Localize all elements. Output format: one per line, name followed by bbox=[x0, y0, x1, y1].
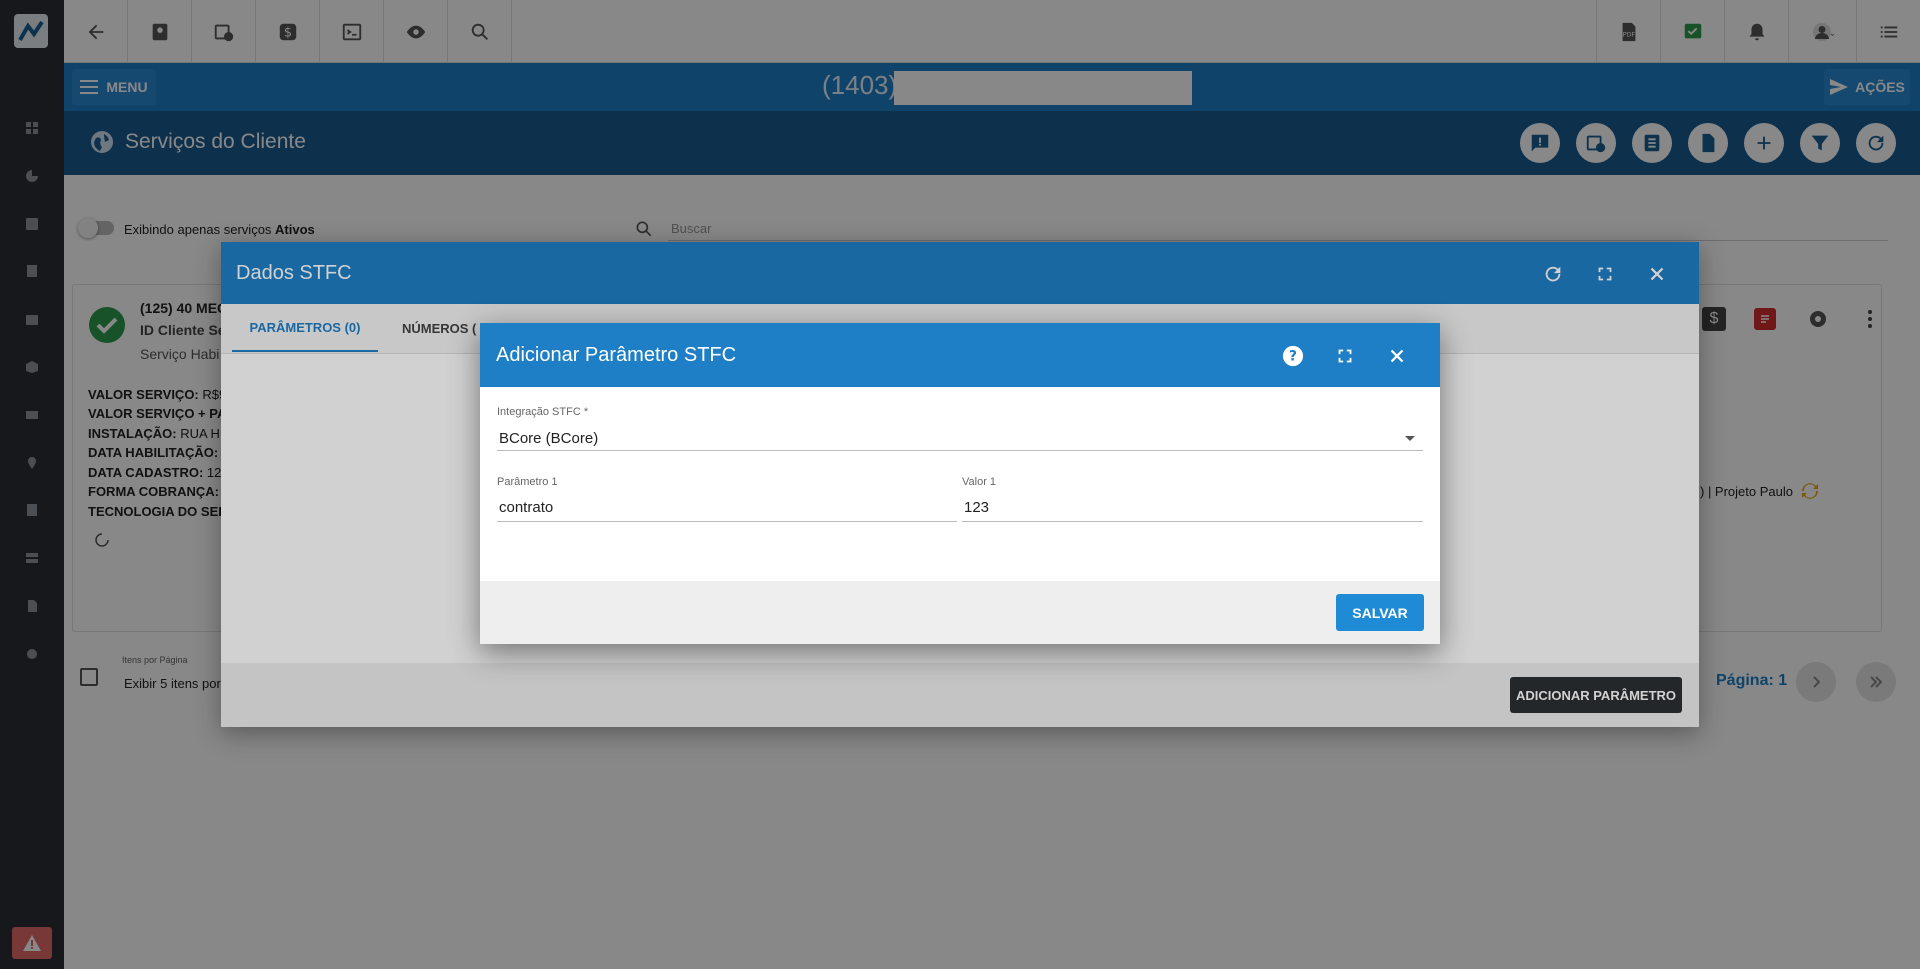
param1-underline bbox=[497, 521, 957, 522]
valor1-underline bbox=[962, 521, 1423, 522]
valor1-label: Valor 1 bbox=[962, 476, 997, 488]
dropdown-arrow-icon[interactable] bbox=[1404, 432, 1416, 444]
integration-label: Integração STFC * bbox=[497, 406, 589, 418]
svg-text:?: ? bbox=[1289, 349, 1297, 365]
fullscreen-icon[interactable] bbox=[1334, 345, 1356, 367]
help-icon[interactable]: ? bbox=[1282, 345, 1304, 367]
integration-select[interactable]: BCore (BCore) bbox=[499, 430, 598, 447]
param1-label: Parâmetro 1 bbox=[497, 476, 558, 488]
modal-footer bbox=[480, 581, 1440, 644]
integration-underline bbox=[497, 450, 1423, 451]
param1-input[interactable]: contrato bbox=[499, 499, 553, 516]
save-button[interactable]: SALVAR bbox=[1336, 594, 1424, 631]
valor1-input[interactable]: 123 bbox=[964, 499, 989, 516]
modal-title: Adicionar Parâmetro STFC bbox=[496, 344, 737, 366]
close-icon[interactable] bbox=[1386, 345, 1408, 367]
